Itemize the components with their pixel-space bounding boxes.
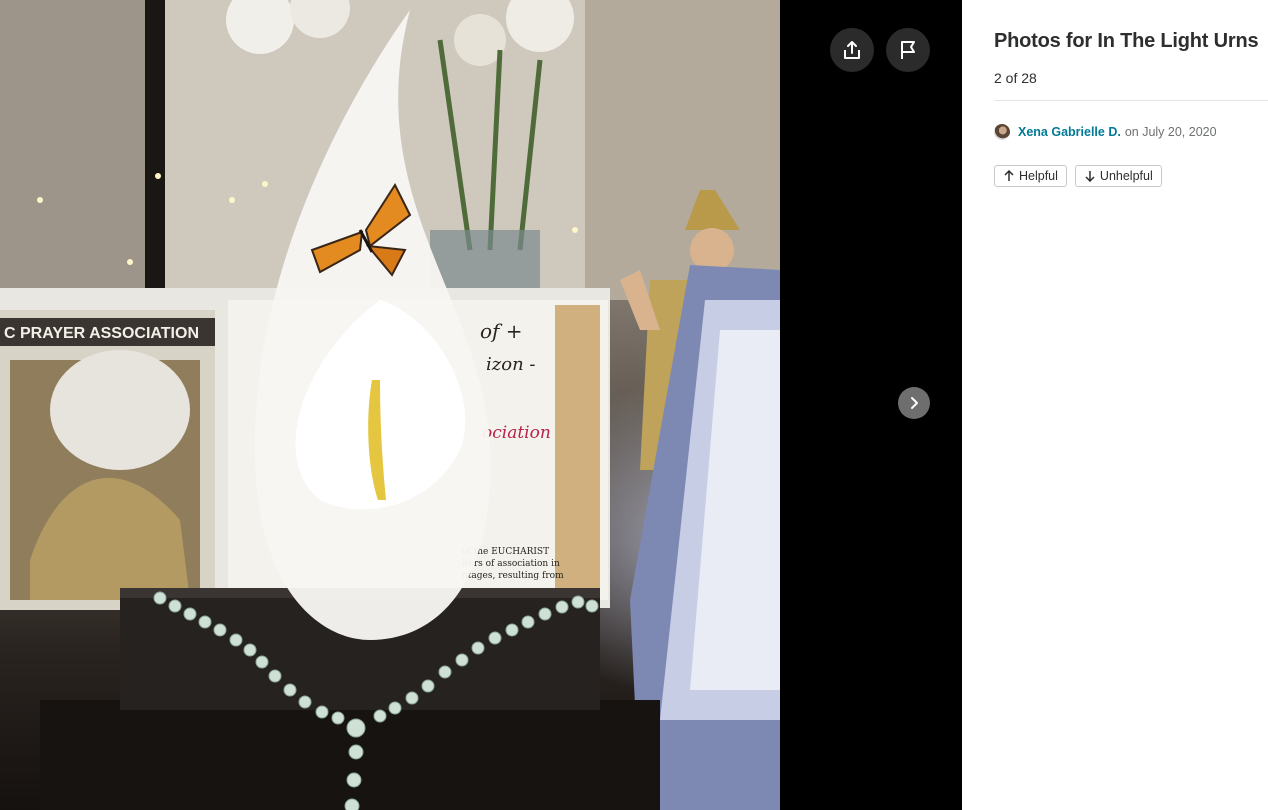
arrow-down-icon [1085, 171, 1095, 182]
avatar[interactable] [994, 124, 1010, 140]
photo-scene: C PRAYER ASSOCIATION of + izon - ociatio… [0, 0, 780, 810]
photo-counter: 2 of 28 [994, 70, 1037, 86]
helpful-label: Helpful [1019, 169, 1058, 183]
photo-byline: Xena Gabrielle D. on July 20, 2020 [994, 124, 1217, 140]
divider [994, 100, 1268, 101]
wall-right [585, 0, 780, 300]
certificate-body-2: iters of association in [462, 559, 560, 569]
unhelpful-button[interactable]: Unhelpful [1074, 165, 1162, 187]
flag-icon [901, 41, 915, 59]
certificate-line-2: izon - [486, 354, 535, 375]
share-button[interactable] [830, 28, 874, 72]
unhelpful-label: Unhelpful [1099, 169, 1153, 183]
page-title: Photos for In The Light Urns [994, 30, 1259, 52]
photo-viewer: C PRAYER ASSOCIATION of + izon - ociatio… [0, 0, 962, 810]
author-link[interactable]: Xena Gabrielle D. [1018, 125, 1121, 139]
arrow-up-icon [1004, 170, 1014, 181]
photo-date: on July 20, 2020 [1124, 125, 1217, 139]
certificate-heading: C PRAYER ASSOCIATION [4, 325, 199, 342]
chevron-right-icon [911, 397, 918, 409]
certificate-line-1: of + [480, 319, 523, 343]
next-photo-button[interactable] [898, 387, 930, 419]
certificate-body-3: ntages, resulting from [462, 571, 564, 581]
flag-button[interactable] [886, 28, 930, 72]
urn-photo: C PRAYER ASSOCIATION of + izon - ociatio… [0, 0, 780, 810]
certificate-line-3: ociation [482, 423, 551, 443]
share-icon [844, 41, 860, 59]
mirror-frame [145, 0, 165, 300]
wall-left [0, 0, 160, 300]
vote-buttons: Helpful Unhelpful [994, 165, 1162, 187]
helpful-button[interactable]: Helpful [994, 165, 1067, 187]
photo-info-panel: Photos for In The Light Urns 2 of 28 Xen… [962, 0, 1268, 810]
